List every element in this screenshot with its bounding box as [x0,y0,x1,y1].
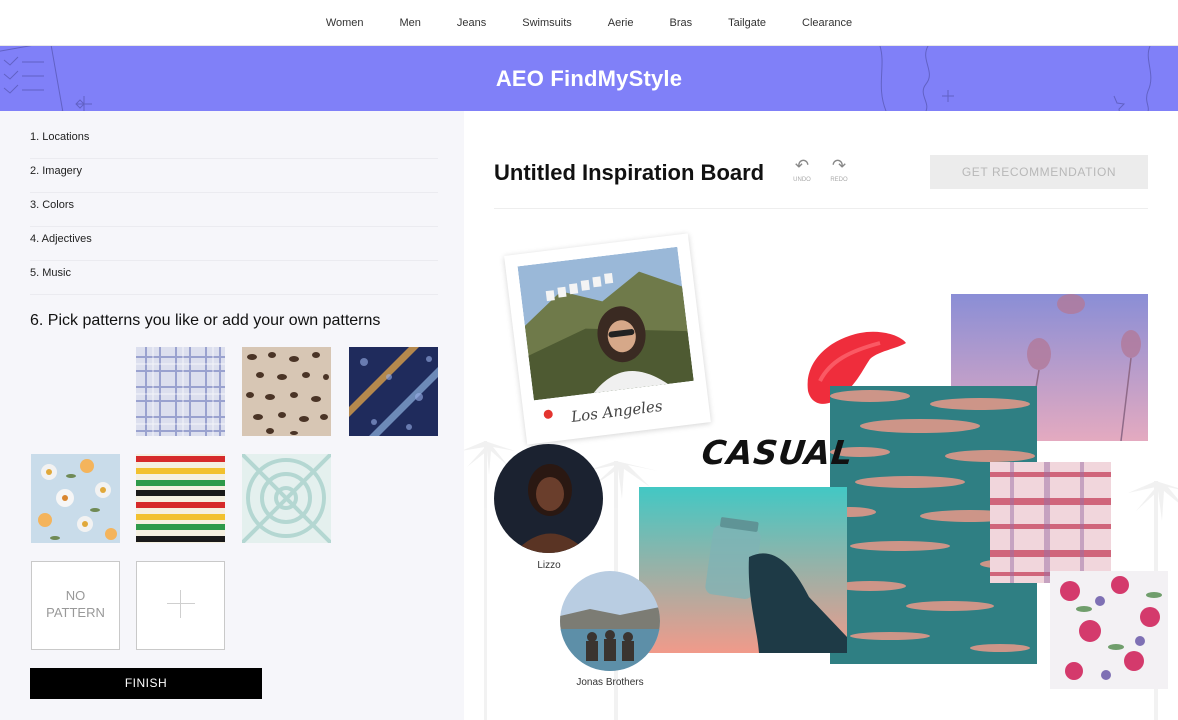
polaroid-caption: Los Angeles [570,396,664,426]
step-locations[interactable]: 1. Locations [30,125,438,159]
banner-title: AEO FindMyStyle [495,66,683,91]
striped-fabric-image[interactable] [990,462,1111,583]
undo-icon: ↶ [794,156,810,175]
step-colors[interactable]: 3. Colors [30,193,438,227]
pattern-tile-floral[interactable] [31,454,120,543]
top-navigation: Women Men Jeans Swimsuits Aerie Bras Tai… [0,0,1178,46]
plaid-pattern-image [136,347,225,436]
casual-sticker[interactable]: CASUAL [700,433,856,472]
step-imagery[interactable]: 2. Imagery [30,159,438,193]
plus-icon [167,590,195,618]
pattern-tile-tie-dye[interactable] [242,454,331,543]
pattern-tile-leopard[interactable] [242,347,331,436]
redo-button[interactable]: ↷ REDO [826,157,852,187]
jonas-brothers-label: Jonas Brothers [576,677,644,688]
nav-item-aerie[interactable]: Aerie [608,17,634,29]
add-pattern-button[interactable] [136,561,225,650]
rainbow-stripe-pattern-image [136,454,225,543]
nav-item-clearance[interactable]: Clearance [802,17,852,29]
lizzo-label: Lizzo [537,560,561,571]
pattern-tile-plaid[interactable] [136,347,225,436]
no-pattern-button[interactable]: NO PATTERN [31,561,120,650]
no-pattern-line2: PATTERN [46,605,105,620]
floral-fabric-image[interactable] [1050,571,1168,689]
location-pin-icon [543,409,554,420]
pattern-tile-bandana[interactable] [349,347,438,436]
step-adjectives[interactable]: 4. Adjectives [30,227,438,261]
board-title[interactable]: Untitled Inspiration Board [494,160,764,186]
bandana-pattern-image [349,347,438,436]
nav-item-men[interactable]: Men [400,17,421,29]
floral-pattern-image [31,454,120,543]
mason-jar-image[interactable] [639,487,847,653]
pattern-tile-rainbow-stripe[interactable] [136,454,225,543]
nav-item-swimsuits[interactable]: Swimsuits [522,17,572,29]
nav-item-tailgate[interactable]: Tailgate [728,17,766,29]
inspiration-board: Untitled Inspiration Board ↶ UNDO ↷ REDO… [464,111,1178,720]
leopard-pattern-image [242,347,331,436]
hollywood-photo [517,246,694,401]
polaroid-card[interactable]: Los Angeles [504,233,711,445]
current-step-heading: 6. Pick patterns you like or add your ow… [30,312,381,329]
page-banner: AEO FindMyStyle [0,46,1178,111]
nav-item-bras[interactable]: Bras [669,17,692,29]
nav-item-women[interactable]: Women [326,17,364,29]
get-recommendation-button[interactable]: GET RECOMMENDATION [930,155,1148,189]
redo-label: REDO [830,177,848,183]
board-divider [494,208,1148,209]
lizzo-artist-image[interactable] [494,444,603,553]
jonas-brothers-artist-image[interactable] [560,571,660,671]
nav-item-jeans[interactable]: Jeans [457,17,486,29]
steps-list: 1. Locations 2. Imagery 3. Colors 4. Adj… [30,125,438,295]
undo-button[interactable]: ↶ UNDO [789,157,815,187]
finish-button[interactable]: FINISH [30,668,262,699]
undo-label: UNDO [793,177,811,183]
redo-icon: ↷ [831,156,847,175]
tie-dye-pattern-image [242,454,331,543]
step-music[interactable]: 5. Music [30,261,438,295]
no-pattern-line1: NO [65,588,86,603]
